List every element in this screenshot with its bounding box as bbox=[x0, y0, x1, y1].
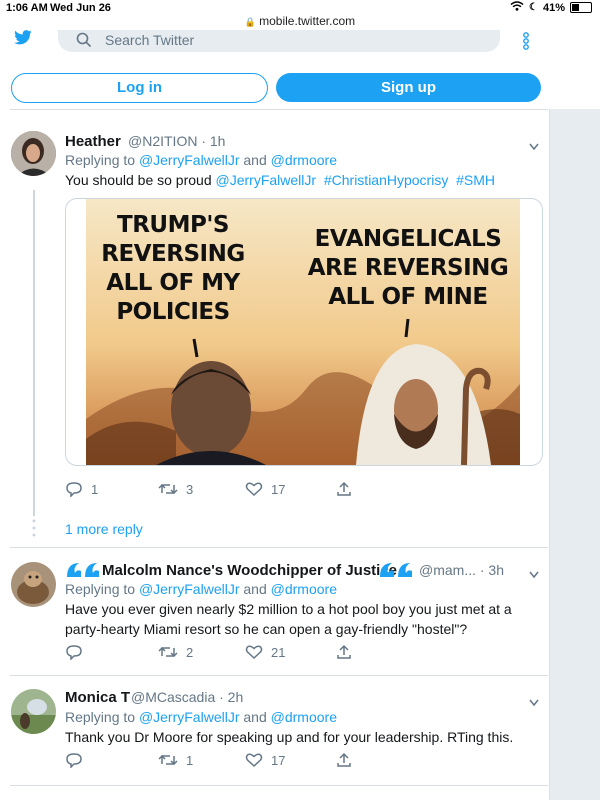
tweet-actions: 1 17 bbox=[65, 752, 535, 772]
share-button[interactable] bbox=[336, 752, 352, 768]
replying-and: and bbox=[239, 709, 271, 725]
replying-to: Replying to @JerryFalwellJr and @drmoore bbox=[65, 581, 337, 597]
reply-icon bbox=[66, 753, 82, 768]
like-button[interactable]: 17 bbox=[245, 481, 285, 497]
more-menu-icon[interactable] bbox=[522, 32, 530, 55]
top-nav: Search Twitter bbox=[0, 30, 600, 56]
mention-link[interactable]: @JerryFalwellJr bbox=[139, 709, 240, 725]
share-icon bbox=[337, 644, 351, 659]
chevron-down-icon[interactable] bbox=[529, 694, 539, 707]
twitter-bird-icon[interactable] bbox=[12, 30, 34, 51]
avatar[interactable] bbox=[11, 689, 56, 734]
lock-icon: 🔒 bbox=[244, 17, 257, 27]
retweet-icon bbox=[158, 646, 178, 658]
like-button[interactable]: 21 bbox=[245, 644, 285, 660]
reply-button[interactable] bbox=[65, 644, 91, 660]
retweet-count: 1 bbox=[186, 752, 194, 768]
search-input[interactable]: Search Twitter bbox=[58, 30, 500, 52]
retweet-count: 2 bbox=[186, 644, 194, 660]
heart-icon bbox=[245, 482, 263, 497]
heart-icon bbox=[245, 753, 263, 768]
status-time: 1:06 AM bbox=[6, 2, 48, 14]
tweet-actions: 2 21 bbox=[65, 644, 535, 664]
replying-and: and bbox=[239, 581, 271, 597]
mention-link[interactable]: @drmoore bbox=[271, 581, 337, 597]
chevron-down-icon[interactable] bbox=[529, 566, 539, 579]
heart-icon bbox=[245, 645, 263, 660]
url-bar[interactable]: 🔒 mobile.twitter.com bbox=[0, 14, 600, 28]
battery-icon bbox=[570, 2, 592, 13]
tweet-divider bbox=[10, 675, 548, 676]
tweet-text-body: You should be so proud bbox=[65, 172, 216, 188]
search-icon bbox=[76, 32, 92, 53]
hashtag-link[interactable]: #SMH bbox=[456, 172, 495, 188]
retweet-icon bbox=[158, 754, 178, 766]
avatar[interactable] bbox=[11, 131, 56, 176]
reply-button[interactable]: 1 bbox=[65, 481, 98, 497]
chevron-down-icon[interactable] bbox=[529, 138, 539, 151]
meme-left-caption: TRUMP'S REVERSING ALL OF MY POLICIES bbox=[101, 212, 245, 325]
header-divider bbox=[10, 109, 548, 110]
tweet-author-name[interactable]: Malcolm Nance's Woodchipper of Justice bbox=[102, 562, 397, 579]
thread-connector bbox=[33, 190, 35, 516]
tweet-divider bbox=[10, 785, 548, 786]
like-count: 21 bbox=[271, 644, 286, 660]
url-text: mobile.twitter.com bbox=[259, 14, 356, 28]
right-gutter bbox=[549, 109, 600, 800]
tweet-author-name[interactable]: Monica T bbox=[65, 689, 130, 706]
meme-right-caption: EVANGELICALS ARE REVERSING ALL OF MINE bbox=[307, 226, 509, 310]
tweet-author-name[interactable]: Heather bbox=[65, 133, 121, 150]
tweet-text: Thank you Dr Moore for speaking up and f… bbox=[65, 729, 514, 745]
tweet-text: You should be so proud @JerryFalwellJr #… bbox=[65, 170, 535, 190]
mention-link[interactable]: @drmoore bbox=[271, 152, 337, 168]
tweet-text: Have you ever given nearly $2 million to… bbox=[65, 601, 512, 637]
replying-and: and bbox=[239, 152, 271, 168]
mention-link[interactable]: @JerryFalwellJr bbox=[139, 152, 240, 168]
tweet-author-handle[interactable]: @mam... · 3h bbox=[419, 562, 504, 578]
reply-button[interactable] bbox=[65, 752, 91, 768]
replying-to: Replying to @JerryFalwellJr and @drmoore bbox=[65, 709, 337, 725]
replying-to-label: Replying to bbox=[65, 709, 139, 725]
share-button[interactable] bbox=[336, 644, 352, 660]
replying-to: Replying to @JerryFalwellJr and @drmoore bbox=[65, 152, 337, 168]
mention-link[interactable]: @JerryFalwellJr bbox=[139, 581, 240, 597]
wifi-icon bbox=[510, 1, 524, 14]
avatar[interactable] bbox=[11, 562, 56, 607]
retweet-button[interactable]: 1 bbox=[158, 752, 193, 768]
replying-to-label: Replying to bbox=[65, 152, 139, 168]
battery-fill bbox=[572, 4, 579, 11]
tweet-divider bbox=[10, 547, 548, 548]
like-count: 17 bbox=[271, 752, 286, 768]
moon-icon: ☾ bbox=[529, 2, 538, 13]
signup-button[interactable]: Sign up bbox=[276, 73, 541, 102]
retweet-icon bbox=[158, 483, 178, 495]
replying-to-label: Replying to bbox=[65, 581, 139, 597]
tweet-actions: 1 3 17 bbox=[65, 481, 535, 501]
reply-icon bbox=[66, 645, 82, 660]
mention-link[interactable]: @drmoore bbox=[271, 709, 337, 725]
wave-emoji-icon bbox=[378, 561, 414, 584]
status-date: Wed Jun 26 bbox=[50, 2, 111, 14]
hashtag-link[interactable]: #ChristianHypocrisy bbox=[324, 172, 448, 188]
share-icon bbox=[337, 481, 351, 496]
retweet-button[interactable]: 3 bbox=[158, 481, 193, 497]
tweet-author-handle[interactable]: @MCascadia · 2h bbox=[131, 689, 243, 705]
retweet-count: 3 bbox=[186, 481, 194, 497]
mention-link[interactable]: @JerryFalwellJr bbox=[216, 172, 317, 188]
reply-count: 1 bbox=[91, 481, 99, 497]
tweet-author-handle[interactable]: @N2ITION · 1h bbox=[128, 133, 225, 149]
like-count: 17 bbox=[271, 481, 286, 497]
share-icon bbox=[337, 752, 351, 767]
more-replies-link[interactable]: 1 more reply bbox=[65, 521, 143, 537]
tweet-media-card[interactable]: TRUMP'S REVERSING ALL OF MY POLICIES EVA… bbox=[65, 198, 543, 466]
login-button[interactable]: Log in bbox=[11, 73, 268, 103]
retweet-button[interactable]: 2 bbox=[158, 644, 193, 660]
share-button[interactable] bbox=[336, 481, 352, 497]
auth-bar: Log in Sign up bbox=[0, 73, 600, 103]
search-placeholder: Search Twitter bbox=[105, 32, 195, 48]
thread-dots bbox=[32, 518, 36, 543]
battery-percentage: 41% bbox=[542, 1, 565, 14]
like-button[interactable]: 17 bbox=[245, 752, 285, 768]
reply-icon bbox=[66, 482, 82, 497]
